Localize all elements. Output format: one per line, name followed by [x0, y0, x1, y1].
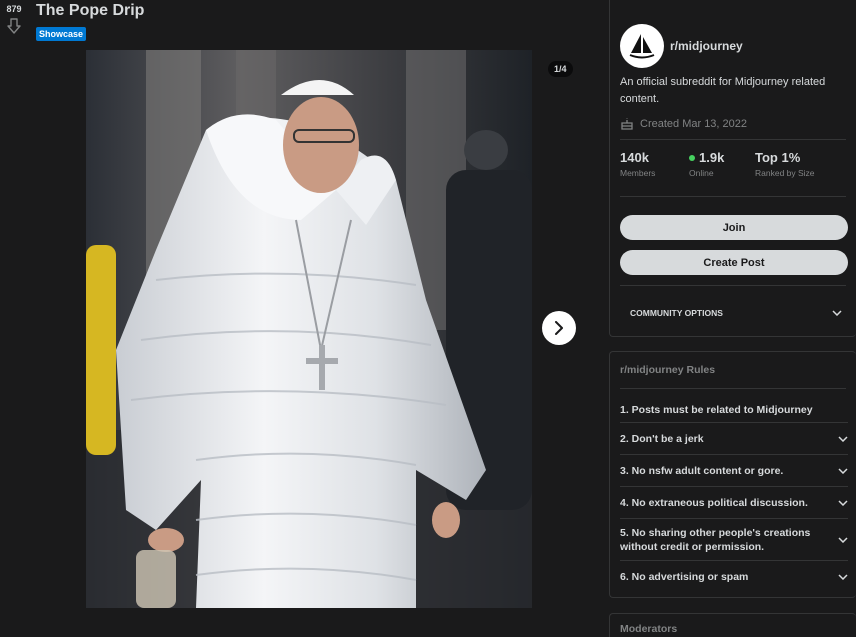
moderators-card: Moderators [609, 613, 856, 637]
divider [620, 388, 846, 389]
stat-label: Online [689, 168, 714, 178]
rule-item[interactable]: 1. Posts must be related to Midjourney [620, 397, 848, 423]
chevron-down-icon [838, 574, 848, 580]
next-image-button[interactable] [542, 311, 576, 345]
post-panel: 879 The Pope Drip Showcase 1/4 [0, 0, 591, 637]
chevron-down-icon [838, 435, 848, 442]
post-flair[interactable]: Showcase [36, 27, 87, 41]
gallery-counter: 1/4 [548, 61, 573, 77]
subreddit-avatar[interactable] [620, 24, 664, 68]
created-text: Created Mar 13, 2022 [640, 117, 748, 130]
divider [620, 196, 846, 197]
stat-value: 1.9k [699, 150, 725, 165]
community-options-label: COMMUNITY OPTIONS [630, 308, 723, 318]
stat-value: 140k [620, 150, 649, 165]
chevron-right-icon [553, 321, 565, 335]
subreddit-name[interactable]: r/midjourney [670, 39, 743, 53]
rule-text: 3. No nsfw adult content or gore. [620, 464, 784, 477]
chevron-down-icon [838, 536, 848, 543]
rule-item[interactable]: 6. No advertising or spam [620, 561, 848, 593]
post-title[interactable]: The Pope Drip [36, 2, 144, 20]
subreddit-description: An official subreddit for Midjourney rel… [620, 76, 826, 105]
cake-icon [620, 117, 634, 130]
rule-text: 2. Don't be a jerk [620, 432, 704, 445]
stat-label: Members [620, 168, 656, 178]
rule-text: 4. No extraneous political discussion. [620, 496, 808, 509]
vote-count: 879 [6, 4, 22, 14]
community-options-toggle[interactable]: COMMUNITY OPTIONS [630, 308, 842, 318]
sailboat-logo [627, 31, 657, 61]
rule-text: 6. No advertising or spam [620, 571, 749, 583]
stat-members: 140k Members [620, 150, 655, 178]
rules-title: r/midjourney Rules [620, 364, 716, 376]
chevron-down-icon [838, 499, 848, 506]
chevron-down-icon [832, 310, 842, 316]
divider [620, 139, 846, 140]
rule-text: 5. No sharing other people's creations w… [620, 526, 811, 553]
join-button[interactable]: Join [620, 215, 848, 240]
rule-text: 1. Posts must be related to Midjourney [620, 403, 813, 416]
stat-online: 1.9k Online [689, 150, 724, 178]
stat-label: Ranked by Size [755, 168, 815, 178]
stat-value: Top 1% [755, 150, 801, 165]
divider [620, 285, 846, 286]
rule-item[interactable]: 2. Don't be a jerk [620, 423, 848, 455]
vote-column: 879 [0, 0, 28, 34]
chevron-down-icon [838, 467, 848, 474]
rule-item[interactable]: 4. No extraneous political discussion. [620, 487, 848, 519]
created-date: Created Mar 13, 2022 [620, 117, 747, 130]
rule-item[interactable]: 3. No nsfw adult content or gore. [620, 455, 848, 487]
post-image[interactable] [86, 50, 532, 608]
create-post-button[interactable]: Create Post [620, 250, 848, 275]
downvote-icon[interactable] [7, 18, 21, 34]
rule-item[interactable]: 5. No sharing other people's creations w… [620, 519, 848, 561]
online-dot-icon [689, 154, 695, 161]
moderators-title: Moderators [620, 623, 678, 635]
about-community-card: r/midjourney An official subreddit for M… [609, 0, 856, 337]
stat-rank: Top 1% Ranked by Size [755, 150, 815, 178]
rules-card: r/midjourney Rules 1. Posts must be rela… [609, 351, 856, 598]
